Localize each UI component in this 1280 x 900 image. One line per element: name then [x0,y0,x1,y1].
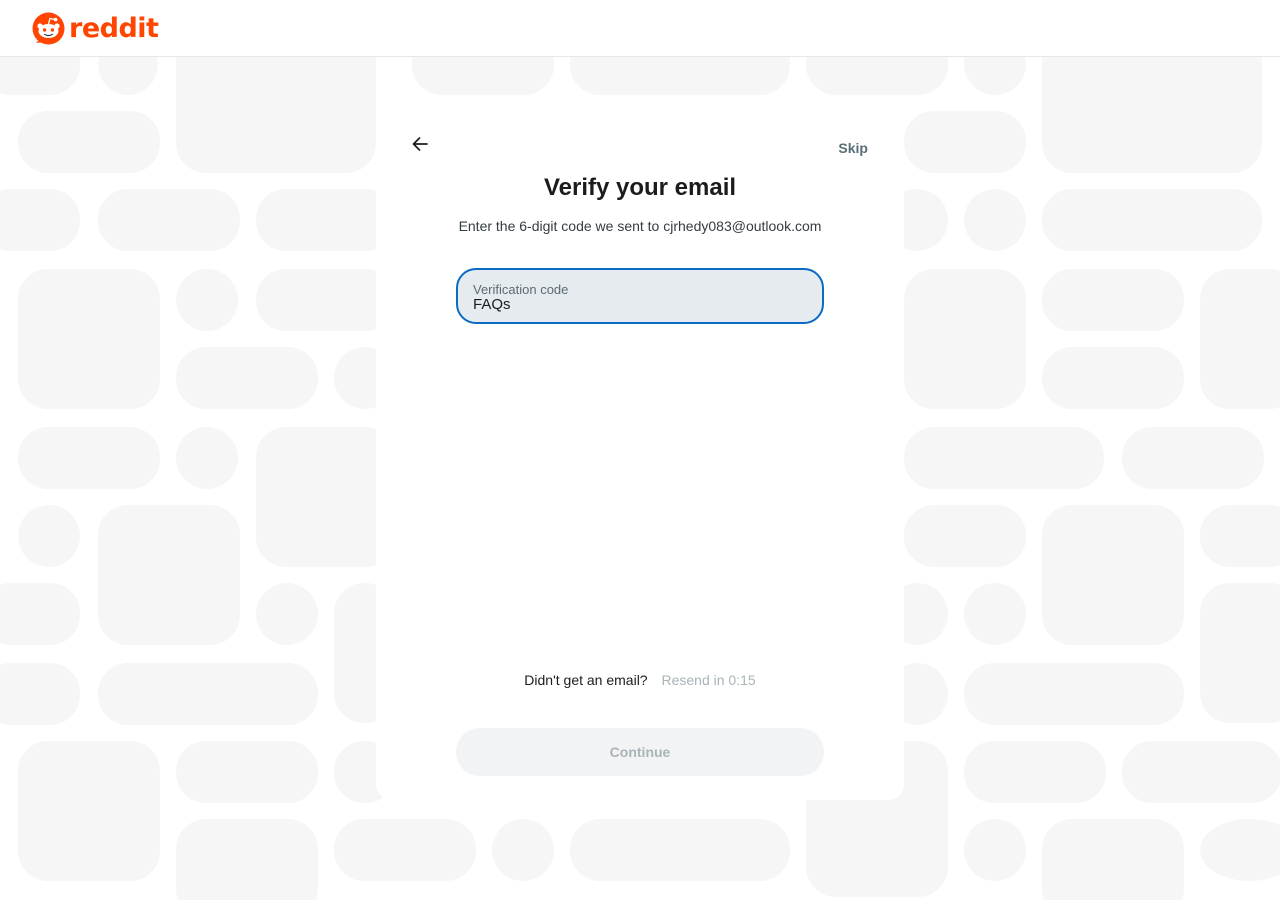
bg-bubble [412,57,554,95]
bg-bubble [98,57,158,95]
arrow-left-icon [412,137,428,151]
bg-bubble [1200,269,1280,409]
bg-bubble [1042,189,1262,251]
bg-bubble [176,819,318,900]
bg-bubble [256,189,396,251]
bg-bubble [964,741,1106,803]
bg-bubble [0,57,80,95]
top-bar: reddit [0,0,1280,57]
bg-bubble [1042,505,1184,645]
bg-bubble [18,505,80,567]
bg-bubble [964,583,1026,645]
bg-bubble [18,269,160,409]
bg-bubble [176,741,318,803]
skip-button[interactable]: Skip [838,140,868,156]
bg-bubble [176,427,238,489]
bg-bubble [176,347,318,409]
bg-bubble [964,57,1026,95]
bg-bubble [1200,819,1280,881]
bg-bubble [904,427,1104,489]
bg-bubble [492,819,554,881]
reddit-logo[interactable]: reddit [32,12,159,45]
bg-bubble [964,663,1184,725]
bg-bubble [570,57,790,95]
bg-bubble [334,819,476,881]
bg-bubble [904,505,1026,567]
reddit-snoo-icon [32,12,65,45]
resend-question: Didn't get an email? [524,672,648,688]
bg-bubble [256,583,318,645]
bg-bubble [98,505,240,645]
bg-bubble [0,189,80,251]
bg-bubble [904,269,1026,409]
bg-bubble [176,269,238,331]
verification-code-label: Verification code [473,282,569,297]
bg-bubble [18,111,160,173]
bg-bubble [570,819,790,881]
reddit-wordmark: reddit [69,13,159,44]
bg-bubble [256,269,396,331]
back-button[interactable] [406,130,434,158]
verification-code-value[interactable]: FAQs [473,297,807,313]
bg-bubble [964,189,1026,251]
bg-bubble [1042,269,1184,331]
bg-bubble [98,663,318,725]
verify-email-modal: Skip Verify your email Enter the 6-digit… [376,100,904,800]
instructions-text: Enter the 6-digit code we sent to cjrhed… [458,218,822,234]
bg-bubble [806,57,948,95]
bg-bubble [1122,741,1280,803]
bg-bubble [256,427,396,567]
bg-bubble [0,663,80,725]
bg-bubble [176,57,376,173]
bg-bubble [0,583,80,645]
resend-row: Didn't get an email? Resend in 0:15 [376,672,904,688]
bg-bubble [1042,819,1184,900]
bg-bubble [1042,347,1184,409]
bg-bubble [1122,427,1264,489]
bg-bubble [18,741,160,881]
bg-bubble [1200,505,1280,567]
bg-bubble [964,819,1026,881]
bg-bubble [18,427,160,489]
continue-button[interactable]: Continue [456,728,824,776]
bg-bubble [1200,583,1280,723]
bg-bubble [904,111,1026,173]
bg-bubble [1042,57,1262,173]
page-title: Verify your email [543,174,737,201]
resend-button[interactable]: Resend in 0:15 [662,672,756,688]
bg-bubble [98,189,240,251]
verification-code-input[interactable]: Verification code FAQs [456,268,824,324]
